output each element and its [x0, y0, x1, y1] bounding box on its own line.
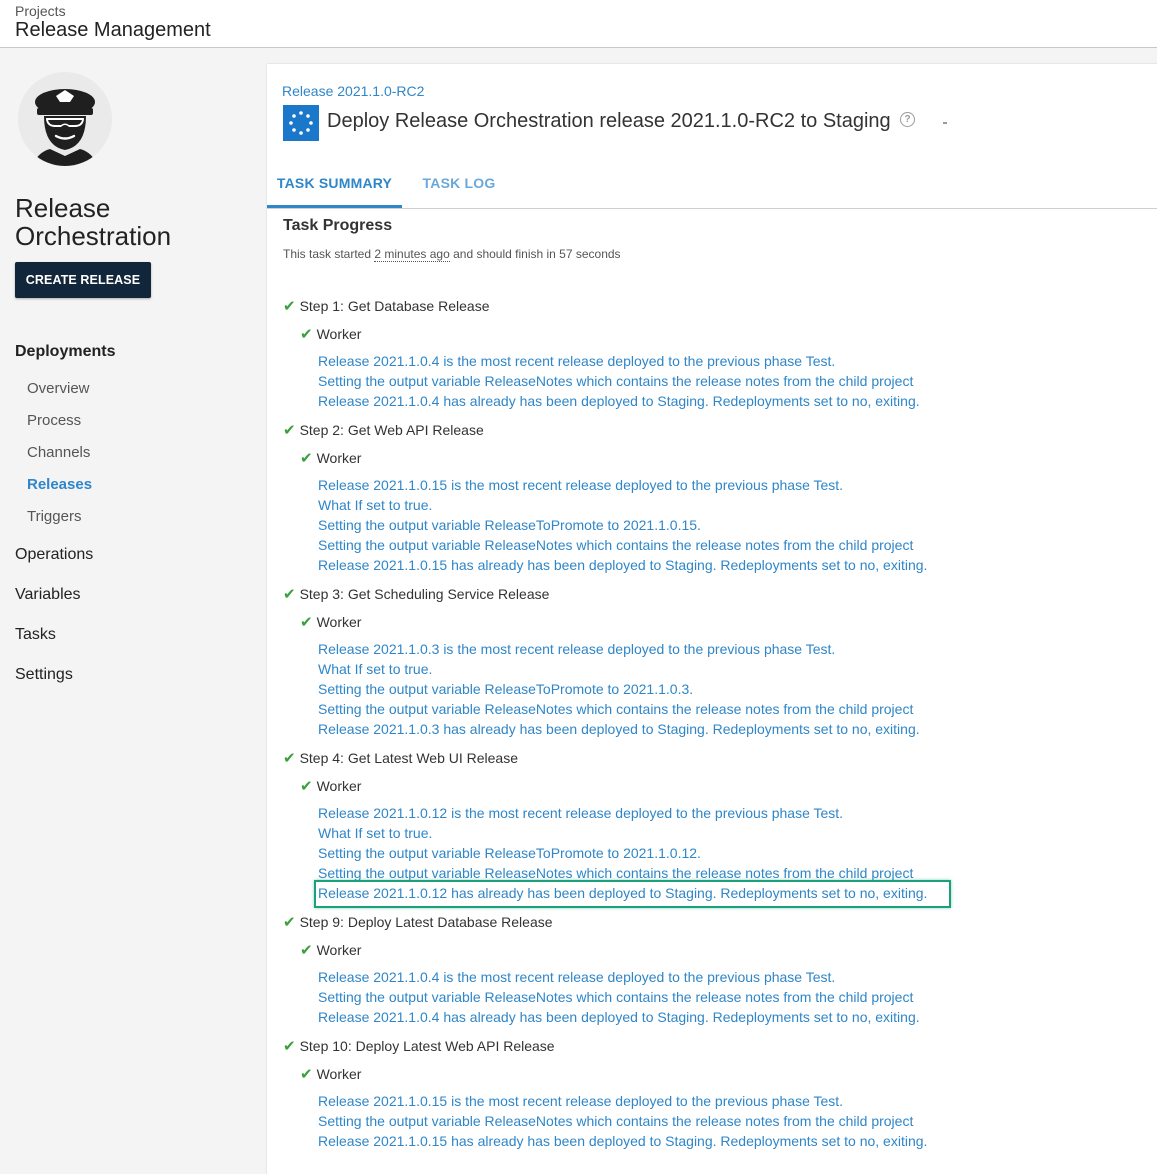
highlight-annotation-box: [314, 880, 951, 908]
step-title: Step 9: Deploy Latest Database Release: [299, 914, 553, 930]
step-title: Step 4: Get Latest Web UI Release: [299, 750, 518, 766]
step-3[interactable]: ✔ Step 3: Get Scheduling Service Release: [283, 585, 549, 603]
log-message: Release 2021.1.0.4 has already has been …: [318, 393, 920, 409]
check-icon: ✔: [283, 586, 296, 603]
log-message: Setting the output variable ReleaseNotes…: [318, 701, 914, 717]
nav-releases[interactable]: Releases: [27, 476, 92, 493]
step-title: Step 2: Get Web API Release: [299, 422, 484, 438]
log-message: What If set to true.: [318, 661, 433, 677]
task-progress-meta: This task started 2 minutes ago and shou…: [283, 247, 621, 262]
nav-deployments[interactable]: Deployments: [15, 343, 115, 361]
meta-started-time: 2 minutes ago: [374, 247, 450, 262]
check-icon: ✔: [283, 422, 296, 439]
worker-row[interactable]: ✔ Worker: [300, 325, 361, 343]
log-message: Setting the output variable ReleaseNotes…: [318, 1113, 914, 1129]
check-icon: ✔: [283, 298, 296, 315]
worker-label: Worker: [316, 450, 362, 466]
sidebar: Release Orchestration CREATE RELEASE Dep…: [0, 48, 266, 1164]
task-title: Deploy Release Orchestration release 202…: [327, 110, 891, 132]
task-progress-heading: Task Progress: [283, 217, 393, 234]
tab-task-summary[interactable]: TASK SUMMARY: [267, 162, 402, 208]
task-card: Release 2021.1.0-RC2 Deploy Release Orch…: [267, 64, 1157, 1174]
worker-label: Worker: [316, 942, 362, 958]
worker-row[interactable]: ✔ Worker: [300, 941, 361, 959]
worker-label: Worker: [316, 614, 362, 630]
log-message: Release 2021.1.0.12 is the most recent r…: [318, 805, 844, 821]
meta-suffix: and should finish in 57 seconds: [449, 247, 621, 261]
worker-row[interactable]: ✔ Worker: [300, 777, 361, 795]
log-message: Release 2021.1.0.15 is the most recent r…: [318, 1093, 844, 1109]
step-2[interactable]: ✔ Step 2: Get Web API Release: [283, 421, 484, 439]
log-message: Setting the output variable ReleaseNotes…: [318, 989, 914, 1005]
log-message: Setting the output variable ReleaseNotes…: [318, 537, 914, 553]
log-message: Release 2021.1.0.15 has already has been…: [318, 1133, 928, 1149]
project-name-text: Release Orchestration: [15, 193, 172, 251]
step-title: Step 10: Deploy Latest Web API Release: [299, 1038, 555, 1054]
worker-label: Worker: [316, 778, 362, 794]
nav-settings[interactable]: Settings: [15, 666, 73, 684]
log-message: Release 2021.1.0.3 is the most recent re…: [318, 641, 836, 657]
step-10[interactable]: ✔ Step 10: Deploy Latest Web API Release: [283, 1037, 555, 1055]
worker-label: Worker: [316, 1066, 362, 1082]
log-message: Setting the output variable ReleaseToPro…: [318, 681, 694, 697]
nav-tasks[interactable]: Tasks: [15, 626, 56, 644]
project-avatar: [18, 72, 112, 166]
check-icon: ✔: [283, 914, 296, 931]
log-message: What If set to true.: [318, 825, 433, 841]
check-icon: ✔: [300, 1066, 313, 1083]
meta-prefix: This task started: [283, 247, 375, 261]
log-message: Release 2021.1.0.4 has already has been …: [318, 1009, 920, 1025]
check-icon: ✔: [300, 450, 313, 467]
worker-row[interactable]: ✔ Worker: [300, 449, 361, 467]
log-message: What If set to true.: [318, 497, 433, 513]
check-icon: ✔: [300, 942, 313, 959]
worker-row[interactable]: ✔ Worker: [300, 1065, 361, 1083]
step-4[interactable]: ✔ Step 4: Get Latest Web UI Release: [283, 749, 518, 767]
nav-channels[interactable]: Channels: [27, 444, 90, 461]
project-name: Release Orchestration: [15, 194, 205, 250]
log-message: Setting the output variable ReleaseToPro…: [318, 517, 701, 533]
police-officer-icon: [32, 89, 98, 166]
nav-process[interactable]: Process: [27, 412, 81, 429]
nav-overview[interactable]: Overview: [27, 380, 90, 397]
log-message: Release 2021.1.0.4 is the most recent re…: [318, 969, 836, 985]
task-running-icon: [283, 105, 319, 141]
check-icon: ✔: [283, 750, 296, 767]
help-icon[interactable]: ?: [900, 112, 915, 127]
step-9[interactable]: ✔ Step 9: Deploy Latest Database Release: [283, 913, 553, 931]
step-title: Step 3: Get Scheduling Service Release: [299, 586, 550, 602]
step-1[interactable]: ✔ Step 1: Get Database Release: [283, 297, 489, 315]
check-icon: ✔: [283, 1038, 296, 1055]
check-icon: ✔: [300, 614, 313, 631]
check-icon: ✔: [300, 326, 313, 343]
task-tabs: TASK SUMMARY TASK LOG: [267, 162, 1157, 209]
nav-variables[interactable]: Variables: [15, 586, 81, 604]
log-message: Release 2021.1.0.4 is the most recent re…: [318, 353, 836, 369]
top-header: Projects Release Management: [0, 0, 1157, 48]
log-message: Setting the output variable ReleaseNotes…: [318, 373, 914, 389]
spinner-icon: [289, 111, 313, 135]
worker-label: Worker: [316, 326, 362, 342]
step-title: Step 1: Get Database Release: [299, 298, 490, 314]
log-message: Setting the output variable ReleaseNotes…: [318, 865, 914, 881]
log-message: Release 2021.1.0.15 has already has been…: [318, 557, 928, 573]
page-title: Release Management: [15, 19, 211, 41]
release-link[interactable]: Release 2021.1.0-RC2: [282, 83, 424, 99]
log-message: Release 2021.1.0.3 has already has been …: [318, 721, 920, 737]
nav-triggers[interactable]: Triggers: [27, 508, 81, 525]
log-message: Release 2021.1.0.15 is the most recent r…: [318, 477, 844, 493]
worker-row[interactable]: ✔ Worker: [300, 613, 361, 631]
create-release-button[interactable]: CREATE RELEASE: [15, 262, 151, 298]
breadcrumb-projects[interactable]: Projects: [15, 3, 66, 19]
menu-mark-icon: [943, 122, 947, 124]
log-message: Setting the output variable ReleaseToPro…: [318, 845, 701, 861]
tab-task-log[interactable]: TASK LOG: [413, 162, 505, 208]
nav-operations[interactable]: Operations: [15, 546, 93, 564]
check-icon: ✔: [300, 778, 313, 795]
